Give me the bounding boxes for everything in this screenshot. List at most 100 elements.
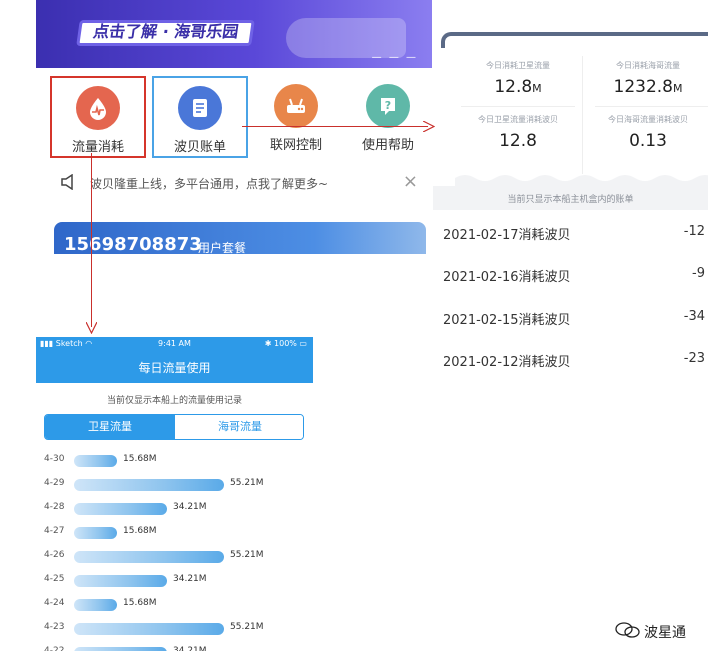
status-bar: ▮▮▮ Sketch ◠ 9:41 AM ✱ 100% ▭ bbox=[36, 339, 313, 353]
bill-amount: -23 bbox=[683, 351, 705, 366]
usage-value: 15.68M bbox=[123, 598, 157, 608]
bill-desc: 2021-02-17消耗波贝 bbox=[443, 228, 571, 243]
stat-haige-traffic: 今日消耗海哥流量 1232.8M bbox=[585, 60, 708, 97]
speaker-icon bbox=[60, 173, 78, 194]
help-question-icon: ? bbox=[366, 84, 410, 128]
bill-caption: 当前只显示本船主机盒内的账单 bbox=[507, 195, 634, 205]
usage-bar bbox=[74, 647, 167, 651]
page-subtitle: 当前仅显示本船上的流量使用记录 bbox=[106, 396, 242, 406]
stat-label: 今日卫星流量消耗波贝 bbox=[478, 115, 558, 124]
bill-desc: 2021-02-16消耗波贝 bbox=[443, 270, 571, 285]
usage-bar bbox=[74, 551, 224, 563]
usage-row: 4-25 34.21M bbox=[36, 573, 313, 587]
banner-pager-dots: — — — bbox=[371, 52, 418, 63]
usage-date: 4-25 bbox=[44, 574, 65, 584]
usage-row: 4-26 55.21M bbox=[36, 549, 313, 563]
usage-bar bbox=[74, 623, 224, 635]
stat-satellite-bobei: 今日卫星流量消耗波贝 12.8 bbox=[455, 114, 581, 151]
usage-row: 4-30 15.68M bbox=[36, 453, 313, 467]
bill-caption-bar: 当前只显示本船主机盒内的账单 bbox=[433, 186, 708, 210]
usage-value: 34.21M bbox=[173, 502, 207, 512]
usage-date: 4-23 bbox=[44, 622, 65, 632]
usage-bar bbox=[74, 599, 117, 611]
daily-usage-screen: ▮▮▮ Sketch ◠ 9:41 AM ✱ 100% ▭ 每日流量使用 当前仅… bbox=[36, 337, 313, 651]
watermark-text: 波星通 bbox=[644, 625, 686, 641]
feature-grid: 流量消耗 波贝账单 联网控制 ? 使用帮助 bbox=[36, 68, 432, 168]
usage-bar bbox=[74, 455, 117, 467]
tab-haige[interactable]: 海哥流量 bbox=[175, 415, 303, 439]
stat-satellite-traffic: 今日消耗卫星流量 12.8M bbox=[455, 60, 581, 97]
tile-traffic-usage[interactable]: 流量消耗 bbox=[50, 76, 146, 158]
divider bbox=[595, 106, 708, 107]
usage-date: 4-26 bbox=[44, 550, 65, 560]
account-number: 15698708873 bbox=[64, 234, 202, 254]
bill-row[interactable]: 2021-02-12消耗波贝 -23 bbox=[443, 351, 705, 391]
tile-network-control[interactable]: 联网控制 bbox=[248, 76, 344, 158]
plan-label: 用户套餐 bbox=[198, 241, 247, 254]
divider bbox=[461, 106, 575, 107]
usage-row: 4-29 55.21M bbox=[36, 477, 313, 491]
bill-row[interactable]: 2021-02-15消耗波贝 -34 bbox=[443, 309, 705, 349]
arrow-right-icon bbox=[423, 121, 435, 132]
usage-bar bbox=[74, 503, 167, 515]
usage-date: 4-28 bbox=[44, 502, 65, 512]
stat-label: 今日海哥流量消耗波贝 bbox=[608, 115, 688, 124]
bill-screen-crop: 今日消耗卫星流量 12.8M 今日消耗海哥流量 1232.8M 今日卫星流量消耗… bbox=[433, 20, 708, 400]
usage-date: 4-30 bbox=[44, 454, 65, 464]
usage-row: 4-23 55.21M bbox=[36, 621, 313, 635]
stat-label: 今日消耗海哥流量 bbox=[616, 61, 680, 70]
stat-value: 1232.8M bbox=[613, 77, 683, 97]
router-icon bbox=[274, 84, 318, 128]
bill-desc: 2021-02-15消耗波贝 bbox=[443, 313, 571, 328]
home-screen-crop: 点击了解 · 海哥乐园 — — — 流量消耗 波贝账单 联网控制 ? 使用帮助 … bbox=[36, 0, 432, 254]
tile-bill[interactable]: 波贝账单 bbox=[152, 76, 248, 158]
usage-row: 4-27 15.68M bbox=[36, 525, 313, 539]
tile-help[interactable]: ? 使用帮助 bbox=[340, 76, 432, 158]
usage-value: 34.21M bbox=[173, 646, 207, 651]
usage-value: 55.21M bbox=[230, 550, 264, 560]
daily-stats-card: 今日消耗卫星流量 12.8M 今日消耗海哥流量 1232.8M 今日卫星流量消耗… bbox=[455, 46, 708, 186]
bill-row[interactable]: 2021-02-16消耗波贝 -9 bbox=[443, 266, 705, 306]
arrow-down-icon bbox=[86, 322, 97, 334]
stat-value: 12.8 bbox=[499, 131, 537, 151]
usage-date: 4-29 bbox=[44, 478, 65, 488]
stat-value: 12.8M bbox=[494, 77, 542, 97]
battery-label: 100% bbox=[274, 339, 297, 348]
usage-date: 4-27 bbox=[44, 526, 65, 536]
connector-line-right bbox=[242, 126, 428, 127]
close-icon[interactable]: × bbox=[403, 171, 418, 192]
stat-haige-bobei: 今日海哥流量消耗波贝 0.13 bbox=[585, 114, 708, 151]
tab-satellite[interactable]: 卫星流量 bbox=[45, 415, 175, 439]
wechat-logo-icon bbox=[615, 622, 640, 638]
promo-banner[interactable]: 点击了解 · 海哥乐园 — — — bbox=[36, 0, 432, 68]
usage-date: 4-22 bbox=[44, 646, 65, 651]
banner-label: 点击了解 · 海哥乐园 bbox=[76, 20, 256, 46]
tile-label: 流量消耗 bbox=[71, 140, 124, 155]
battery-icon: ✱ 100% ▭ bbox=[264, 339, 307, 348]
tile-label: 联网控制 bbox=[269, 138, 322, 153]
account-card[interactable]: 15698708873 用户套餐 bbox=[54, 222, 426, 254]
usage-row: 4-28 34.21M bbox=[36, 501, 313, 515]
divider bbox=[582, 56, 583, 174]
tile-label: 使用帮助 bbox=[361, 138, 414, 153]
usage-value: 55.21M bbox=[230, 478, 264, 488]
bill-amount: -34 bbox=[683, 309, 705, 324]
traffic-type-switch: 卫星流量 海哥流量 bbox=[44, 414, 304, 440]
usage-bar bbox=[74, 479, 224, 491]
usage-value: 34.21M bbox=[173, 574, 207, 584]
bill-row[interactable]: 2021-02-17消耗波贝 -12 bbox=[443, 224, 705, 264]
usage-bar bbox=[74, 575, 167, 587]
card-wave-edge bbox=[455, 175, 708, 186]
connector-line-down bbox=[91, 153, 92, 327]
page-title: 每日流量使用 bbox=[138, 361, 211, 375]
usage-date: 4-24 bbox=[44, 598, 65, 608]
bill-amount: -9 bbox=[692, 266, 705, 281]
tile-label: 波贝账单 bbox=[173, 140, 226, 155]
usage-row: 4-22 34.21M bbox=[36, 645, 313, 651]
svg-text:?: ? bbox=[385, 99, 391, 112]
usage-bar bbox=[74, 527, 117, 539]
stat-label: 今日消耗卫星流量 bbox=[486, 61, 550, 70]
announcement-bar[interactable]: 波贝隆重上线，多平台通用，点我了解更多~ × bbox=[36, 168, 432, 198]
usage-value: 55.21M bbox=[230, 622, 264, 632]
bill-desc: 2021-02-12消耗波贝 bbox=[443, 355, 571, 370]
